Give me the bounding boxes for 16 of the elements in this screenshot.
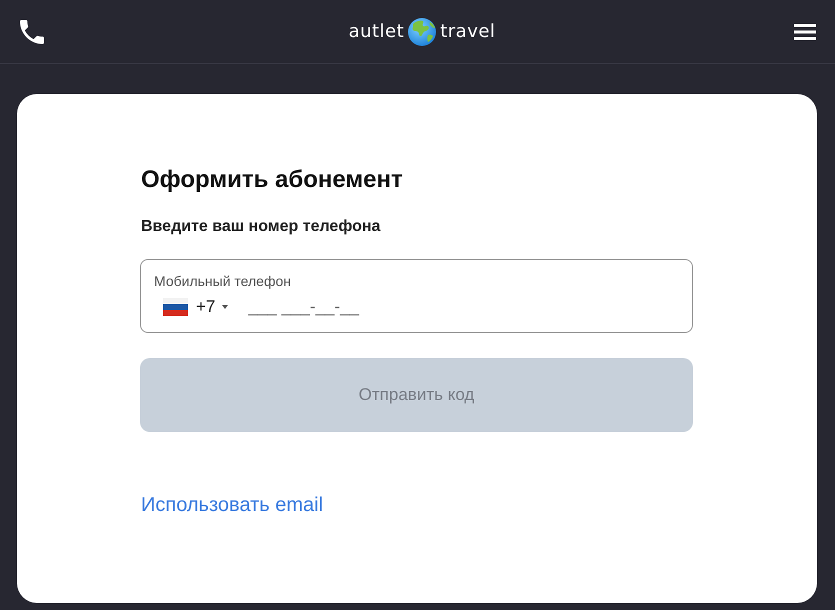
use-email-link[interactable]: Использовать email [141,493,324,517]
flag-icon [163,298,188,316]
form-subtitle: Введите ваш номер телефона [141,217,380,237]
logo-text: autlet [348,20,404,44]
phone-field[interactable]: Мобильный телефон +7 ___ ___-__-__ [140,259,693,333]
menu-button[interactable] [792,22,818,42]
caret-icon [222,305,228,309]
form-title: Оформить абонемент [141,166,403,194]
globe-icon [408,18,436,46]
phone-input[interactable]: ___ ___-__-__ [248,295,679,319]
menu-icon [794,24,816,40]
phone-icon [20,20,44,44]
country-code-select[interactable]: +7 [163,295,228,319]
phone-button[interactable] [18,18,46,46]
field-label: Мобильный телефон [154,273,291,289]
logo-text: travel [440,20,496,44]
